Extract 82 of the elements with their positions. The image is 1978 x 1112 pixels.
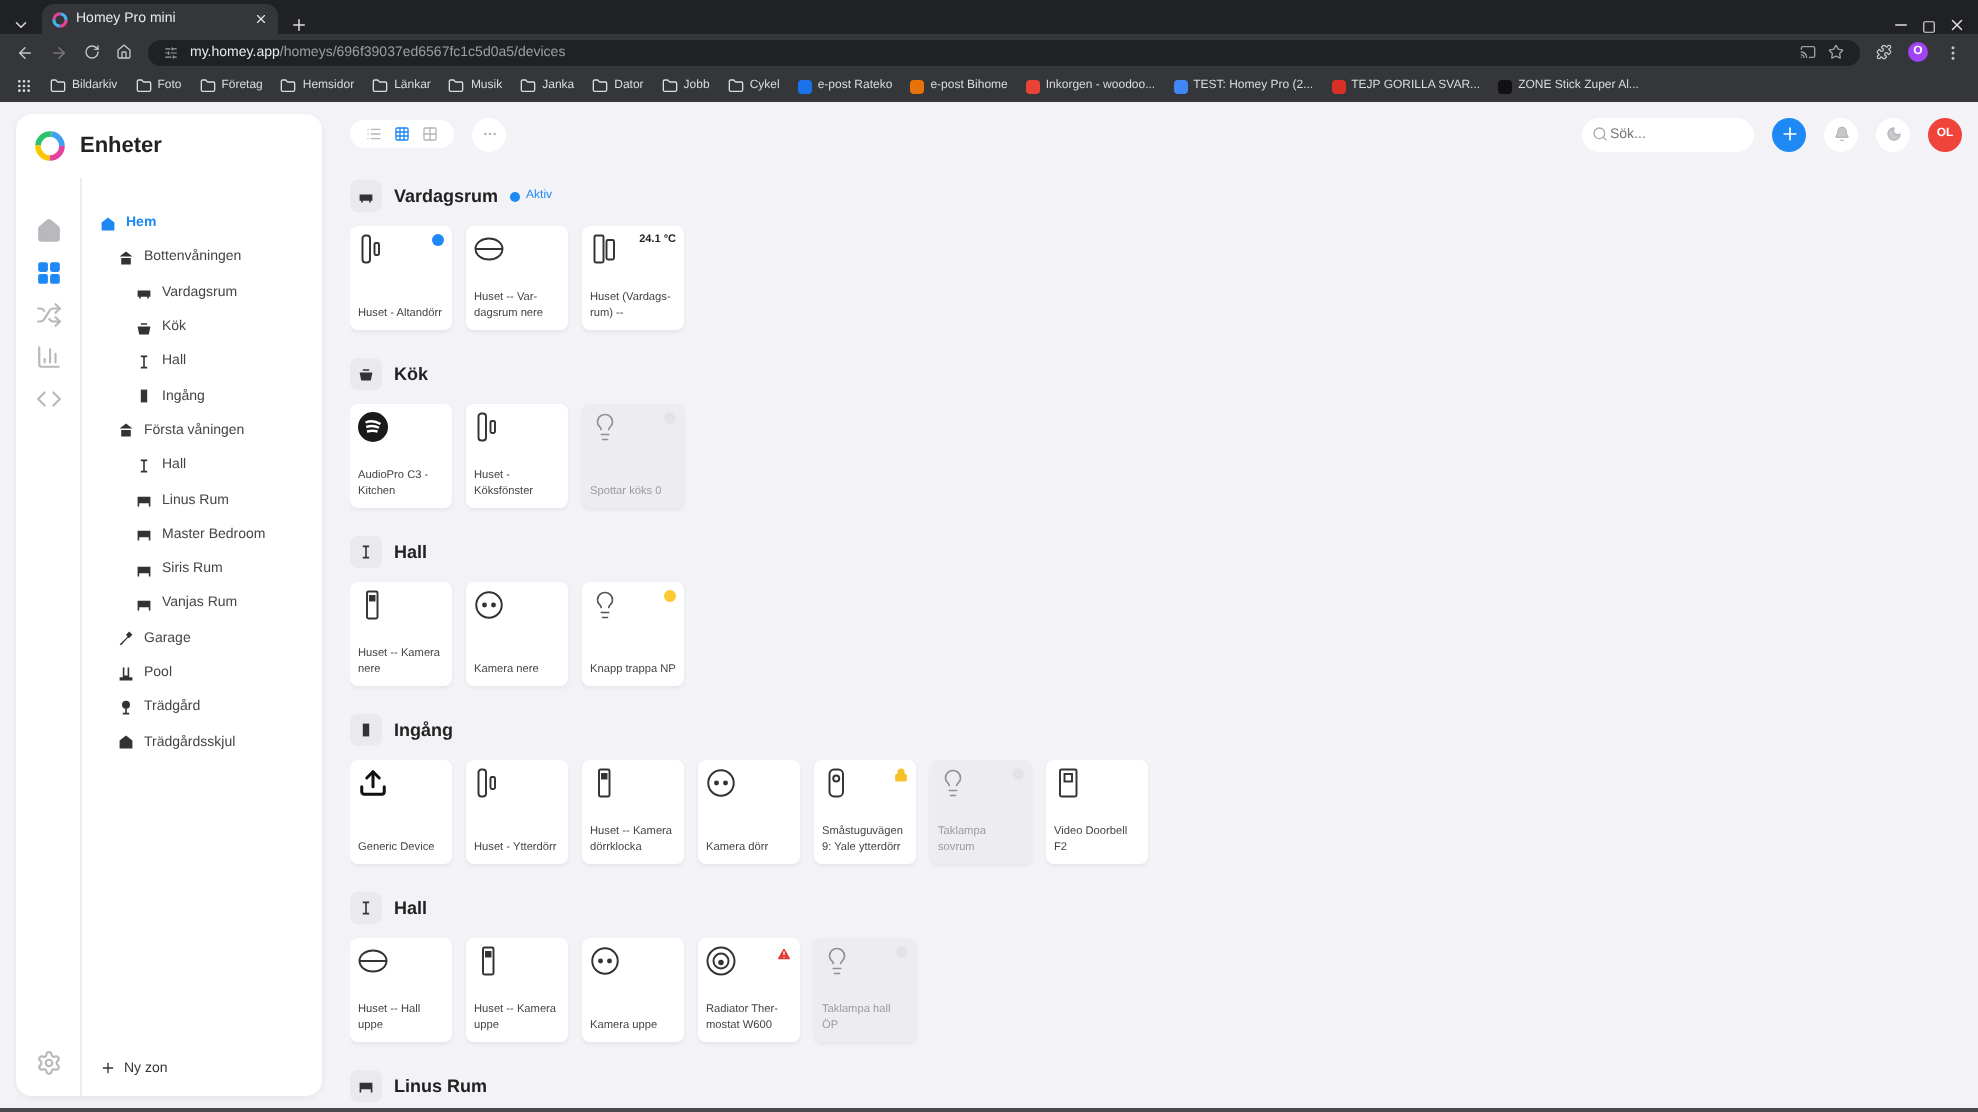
plus-icon — [100, 1060, 116, 1076]
theme-button[interactable] — [1876, 117, 1910, 151]
extensions-icon[interactable] — [1876, 44, 1892, 60]
folder-icon — [50, 78, 66, 94]
door-icon — [358, 722, 374, 738]
speaker-icon — [358, 412, 388, 442]
nav-button[interactable] — [35, 302, 61, 328]
apps-icon[interactable] — [16, 78, 32, 94]
grid-icon — [394, 126, 410, 142]
sofa-icon — [136, 284, 152, 301]
notifications-button[interactable] — [1824, 117, 1858, 151]
tree-icon — [118, 699, 134, 716]
zone-title: Hall — [394, 898, 428, 918]
bookmark-icon — [1828, 44, 1844, 60]
reload-icon[interactable] — [84, 44, 100, 60]
home-icon[interactable] — [116, 44, 132, 60]
house-icon — [118, 422, 134, 439]
zone-title: Ingång — [394, 720, 453, 740]
back-icon[interactable] — [16, 43, 34, 61]
nav-button[interactable] — [35, 260, 61, 286]
site-settings-icon — [164, 45, 178, 59]
pot-icon — [136, 319, 152, 336]
house-icon — [100, 215, 116, 232]
sidebar-title: Enheter — [80, 134, 162, 158]
door-icon — [136, 388, 152, 405]
search-icon — [1592, 126, 1608, 142]
pool-icon — [118, 665, 134, 681]
logo-icon — [52, 11, 68, 27]
hammer-icon — [118, 630, 134, 647]
home-icon — [35, 218, 61, 244]
new-tab-icon[interactable] — [290, 16, 308, 34]
folder-icon — [520, 78, 537, 94]
folder-icon — [199, 78, 216, 94]
upload-icon — [358, 768, 388, 798]
nav-button[interactable] — [35, 344, 61, 370]
folder-icon — [135, 78, 152, 94]
folder-icon — [280, 78, 297, 94]
chart-icon — [35, 344, 61, 370]
thermostat-icon — [706, 946, 736, 976]
nav-button[interactable] — [35, 218, 61, 244]
logo-icon — [34, 130, 66, 162]
grid-icon — [422, 126, 438, 142]
zone-title: Hall — [394, 542, 428, 562]
view-button[interactable] — [422, 126, 438, 142]
zone-title: Kök — [394, 364, 429, 384]
view-button[interactable] — [366, 126, 382, 142]
sofa-icon — [358, 188, 374, 204]
close-icon[interactable] — [254, 12, 268, 26]
folder-icon — [448, 78, 465, 94]
add-button[interactable] — [1772, 117, 1806, 151]
close-icon[interactable] — [1948, 16, 1966, 34]
bed-icon — [358, 1078, 374, 1094]
folder-icon — [661, 78, 678, 94]
zone-title: Vardagsrum — [394, 186, 499, 206]
folder-icon — [592, 78, 609, 94]
grid-icon — [35, 260, 61, 286]
forward-icon[interactable] — [50, 43, 68, 61]
house-icon — [118, 249, 134, 266]
socket-icon — [706, 768, 736, 798]
folder-icon — [372, 78, 389, 94]
lock-icon — [894, 768, 908, 782]
socket-icon — [590, 946, 620, 976]
view-button[interactable] — [394, 126, 410, 142]
bell-icon — [1833, 126, 1849, 142]
pot-icon — [358, 366, 374, 382]
moon-icon — [1885, 126, 1901, 142]
smoke-detector-icon — [358, 946, 388, 976]
maximize-icon[interactable] — [1922, 20, 1936, 34]
cast-icon — [1800, 44, 1816, 60]
sensor-icon — [590, 234, 620, 264]
shuffle-icon — [35, 302, 61, 328]
warning-icon — [776, 946, 792, 962]
settings-icon[interactable] — [35, 1050, 61, 1076]
code-icon — [35, 386, 61, 412]
list-icon — [366, 126, 382, 142]
folder-icon — [727, 78, 744, 94]
smoke-detector-icon — [474, 234, 504, 264]
nav-button[interactable] — [35, 386, 61, 412]
zone-title: Linus Rum — [394, 1076, 487, 1096]
tab-list-icon[interactable] — [12, 16, 30, 34]
socket-icon — [474, 590, 504, 620]
plus-icon — [1779, 124, 1799, 144]
